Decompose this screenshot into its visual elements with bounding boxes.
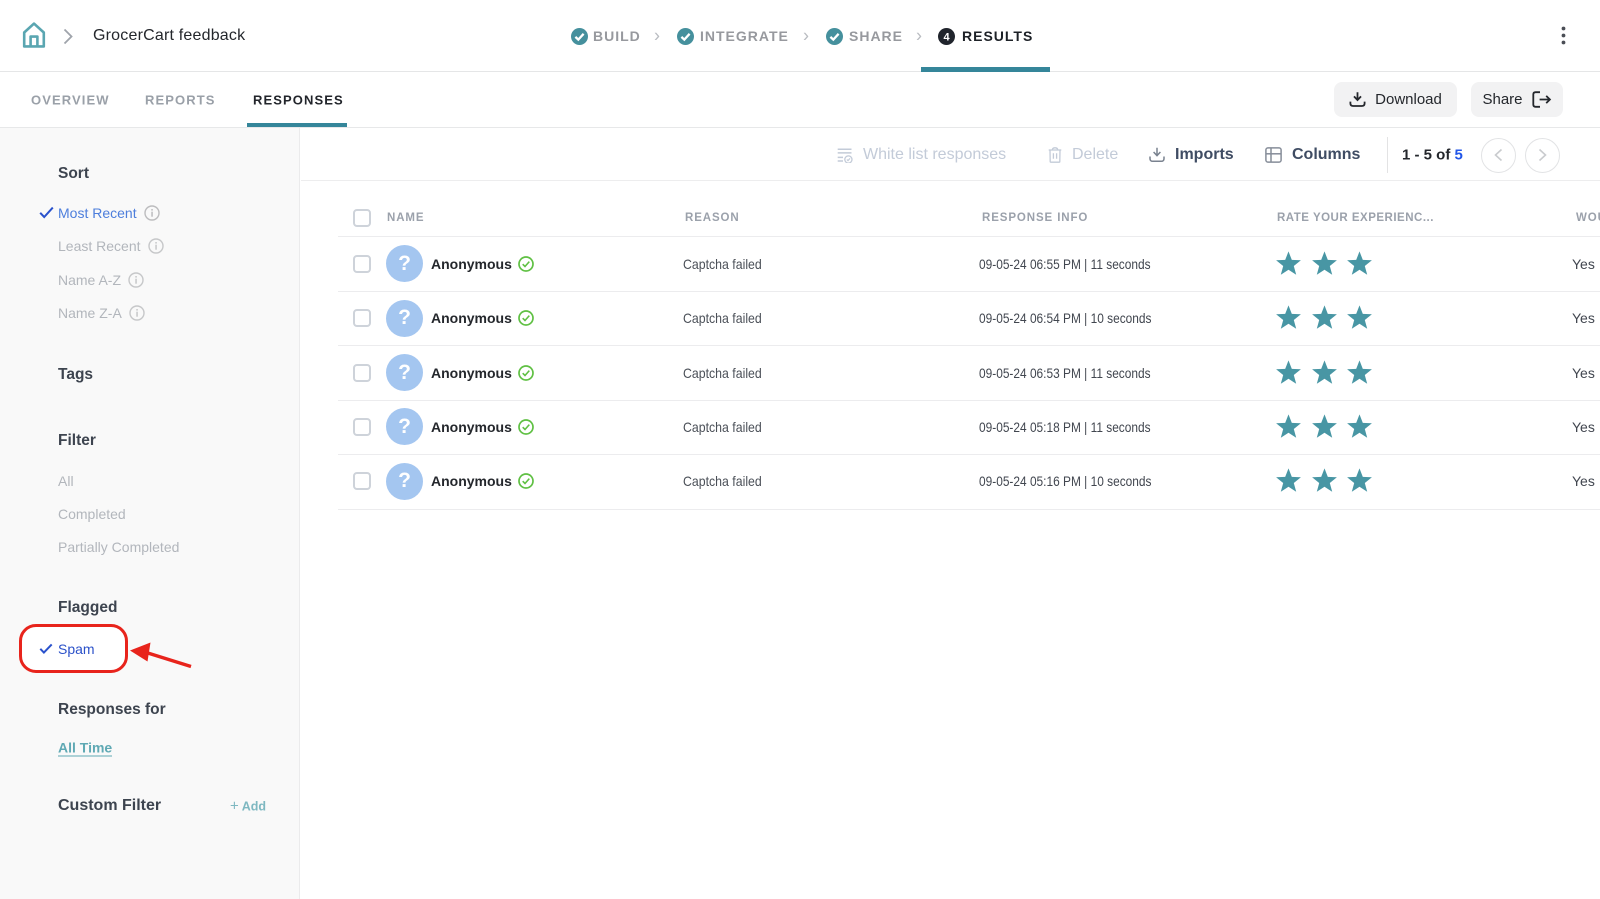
svg-text:4: 4 <box>943 31 950 43</box>
